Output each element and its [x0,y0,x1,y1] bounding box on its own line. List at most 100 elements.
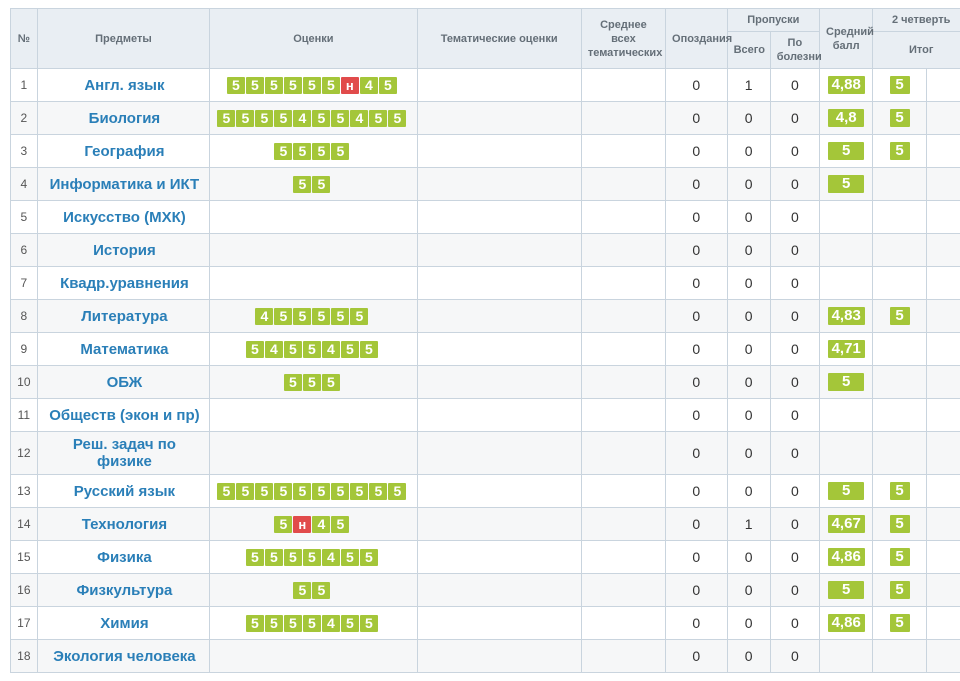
grade-chip: 5 [322,77,340,94]
quarter-badge: 5 [890,482,910,500]
subject-link[interactable]: Англ. язык [37,69,209,102]
quarter-cell [873,399,926,432]
thematic-cell [417,333,581,366]
row-num: 17 [11,607,38,640]
grade-chip: 4 [322,615,340,632]
avg-badge: 4,67 [828,515,865,533]
itog-cell [926,475,960,508]
grade-chip: 5 [284,374,302,391]
grade-chip: 5 [331,143,349,160]
grade-chip: 5 [312,582,330,599]
grade-chip: 4 [255,308,273,325]
grade-chip: 5 [331,516,349,533]
grades-cell: 55 [210,168,417,201]
grades-cell: 5555 [210,135,417,168]
subject-link[interactable]: История [37,234,209,267]
grade-chip: 5 [360,549,378,566]
row-num: 10 [11,366,38,399]
avg-badge: 5 [828,373,864,391]
abs-total-cell: 0 [727,399,770,432]
grade-chip: 4 [360,77,378,94]
subject-link[interactable]: Математика [37,333,209,366]
subject-link[interactable]: Химия [37,607,209,640]
grade-chip: 5 [388,483,406,500]
subject-link[interactable]: Технология [37,508,209,541]
grade-chip: 4 [322,549,340,566]
avg-thematic-cell [581,135,665,168]
quarter-badge: 5 [890,76,910,94]
grades-cell [210,640,417,673]
abs-ill-cell: 0 [770,300,819,333]
avg-cell: 4,67 [820,508,873,541]
grade-chip: 5 [217,110,235,127]
subject-link[interactable]: Русский язык [37,475,209,508]
grades-cell: 455555 [210,300,417,333]
table-row: 3География555500055 [11,135,960,168]
abs-total-cell: 0 [727,201,770,234]
quarter-cell: 5 [873,69,926,102]
grades-cell [210,432,417,475]
subject-link[interactable]: Квадр.уравнения [37,267,209,300]
row-num: 16 [11,574,38,607]
avg-cell [820,640,873,673]
abs-ill-cell: 0 [770,168,819,201]
thematic-cell [417,508,581,541]
lates-cell: 0 [666,574,728,607]
abs-ill-cell: 0 [770,135,819,168]
subject-link[interactable]: Реш. задач по физике [37,432,209,475]
grades-table: № Предметы Оценки Тематические оценки Ср… [10,8,960,673]
table-row: 12Реш. задач по физике000 [11,432,960,475]
subject-link[interactable]: Биология [37,102,209,135]
grade-chip: 5 [303,549,321,566]
grade-chip: 5 [293,483,311,500]
lates-cell: 0 [666,102,728,135]
th-abs-total: Всего [727,32,770,69]
avg-cell: 5 [820,168,873,201]
grade-chip: 5 [293,308,311,325]
quarter-badge: 5 [890,307,910,325]
itog-cell [926,234,960,267]
itog-cell [926,333,960,366]
abs-total-cell: 1 [727,508,770,541]
avg-cell [820,267,873,300]
abs-total-cell: 0 [727,333,770,366]
subject-link[interactable]: Информатика и ИКТ [37,168,209,201]
thematic-cell [417,574,581,607]
subject-link[interactable]: ОБЖ [37,366,209,399]
avg-thematic-cell [581,607,665,640]
row-num: 14 [11,508,38,541]
subject-link[interactable]: Искусство (МХК) [37,201,209,234]
grades-cell: 5н45 [210,508,417,541]
itog-cell [926,607,960,640]
grade-chip: 5 [303,77,321,94]
grade-chip: 5 [293,582,311,599]
abs-total-cell: 0 [727,102,770,135]
abs-total-cell: 0 [727,574,770,607]
thematic-cell [417,69,581,102]
subject-link[interactable]: Физика [37,541,209,574]
grade-chip: 4 [293,110,311,127]
thematic-cell [417,432,581,475]
lates-cell: 0 [666,69,728,102]
subject-link[interactable]: Литература [37,300,209,333]
avg-cell: 5 [820,366,873,399]
abs-total-cell: 0 [727,607,770,640]
subject-link[interactable]: Физкультура [37,574,209,607]
grade-chip: 5 [284,549,302,566]
quarter-cell: 5 [873,475,926,508]
grade-chip: 5 [255,110,273,127]
avg-badge: 4,86 [828,548,865,566]
subject-link[interactable]: География [37,135,209,168]
grade-chip: 5 [284,615,302,632]
subject-link[interactable]: Экология человека [37,640,209,673]
quarter-badge: 5 [890,614,910,632]
grade-chip: 5 [293,176,311,193]
grade-chip: 5 [303,341,321,358]
lates-cell: 0 [666,366,728,399]
grades-cell [210,234,417,267]
subject-link[interactable]: Обществ (экон и пр) [37,399,209,432]
avg-cell: 4,88 [820,69,873,102]
abs-total-cell: 0 [727,541,770,574]
lates-cell: 0 [666,541,728,574]
grade-chip: 5 [312,483,330,500]
